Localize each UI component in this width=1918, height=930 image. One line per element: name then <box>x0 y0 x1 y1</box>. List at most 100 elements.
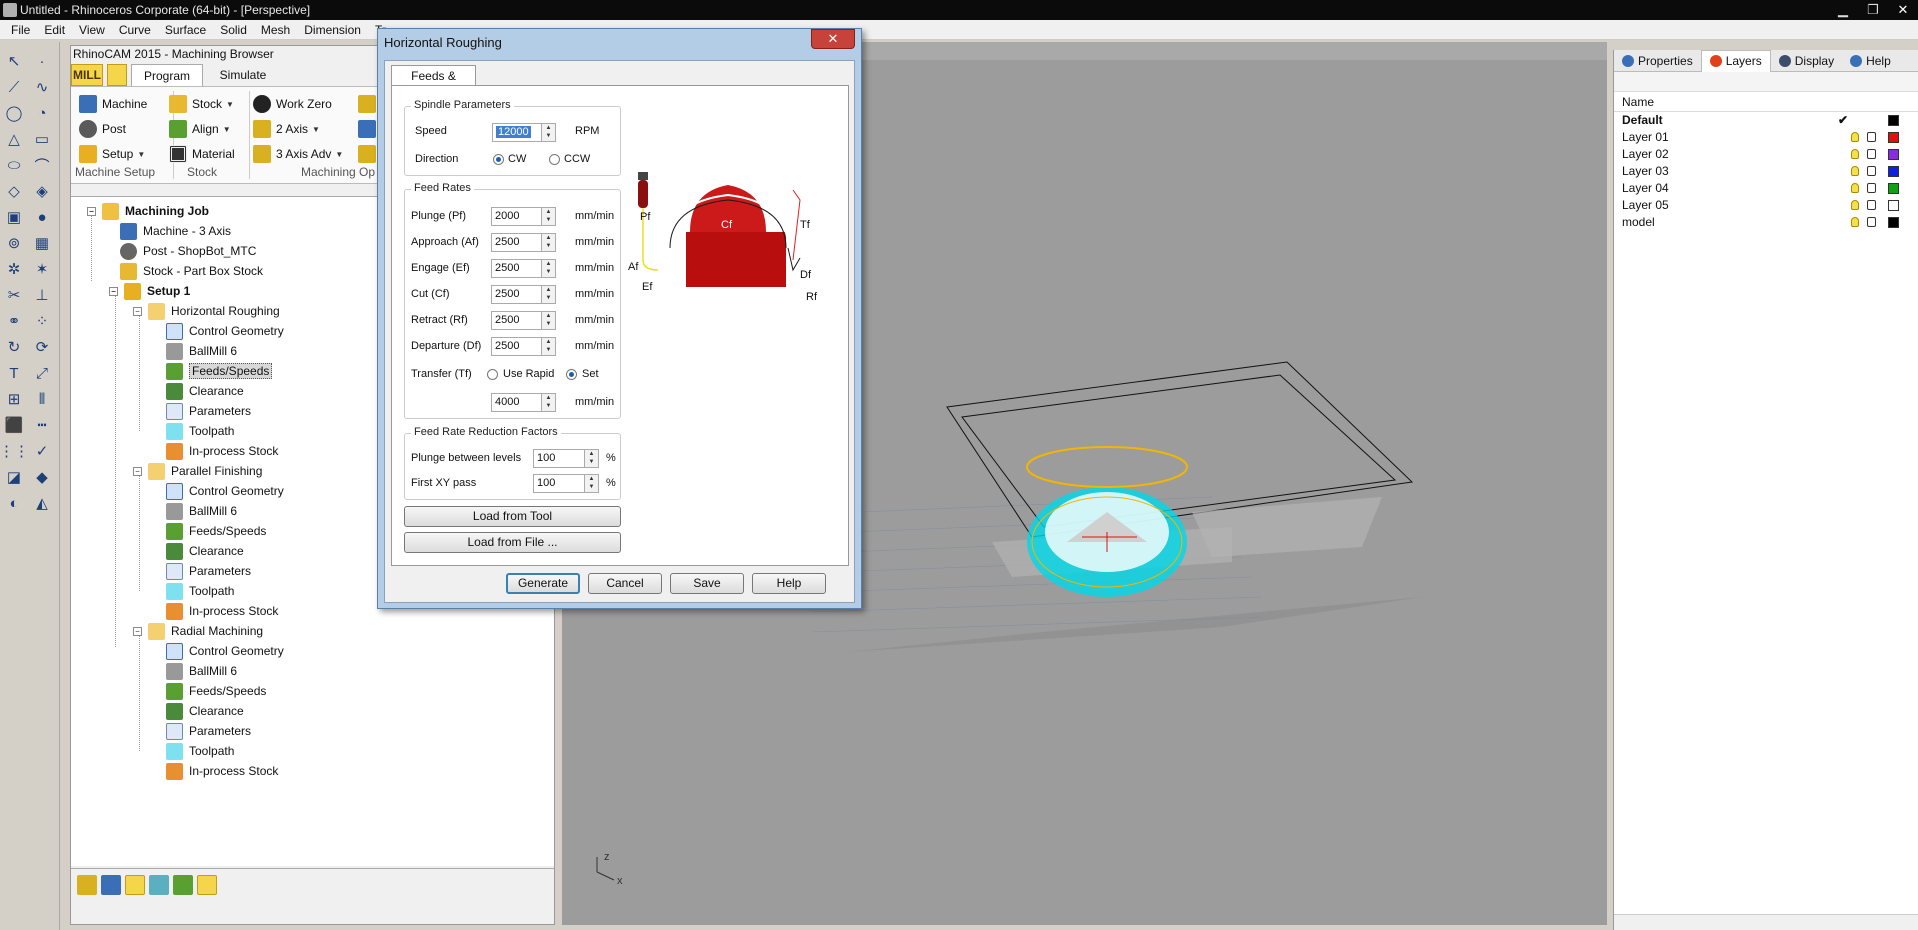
maximize-button[interactable]: ❐ <box>1864 0 1882 20</box>
tab-feeds-speeds[interactable]: Feeds & Speeds <box>391 65 476 103</box>
unlock-icon[interactable] <box>1867 217 1876 227</box>
departure-input[interactable]: 2500 ▲ ▼ <box>491 337 556 356</box>
toolpath-settings-icon[interactable] <box>101 875 121 895</box>
analyze-icon[interactable]: ◪ <box>3 466 25 488</box>
layer-row[interactable]: model <box>1614 214 1918 231</box>
cw-radio[interactable] <box>493 154 504 165</box>
layer-row[interactable]: Layer 04 <box>1614 180 1918 197</box>
surface-icon[interactable]: ◇ <box>3 180 25 202</box>
tree-clearance[interactable]: Clearance <box>166 541 244 561</box>
tree-feeds-speeds[interactable]: Feeds/Speeds <box>166 361 273 381</box>
circle-icon[interactable]: ◯ <box>3 102 25 124</box>
lightbulb-icon[interactable] <box>1851 132 1859 142</box>
tab-layers[interactable]: Layers <box>1700 49 1771 72</box>
snap-icon[interactable]: ◆ <box>31 466 53 488</box>
tab-display[interactable]: Display <box>1771 54 1842 68</box>
menu-view[interactable]: View <box>72 23 112 37</box>
menu-solid[interactable]: Solid <box>213 23 254 37</box>
tree-in-process-stock[interactable]: In-process Stock <box>166 761 278 781</box>
layer-color-swatch[interactable] <box>1888 200 1899 211</box>
rotate-icon[interactable]: ⟳ <box>31 336 53 358</box>
tree-control-geometry[interactable]: Control Geometry <box>166 481 284 501</box>
split-icon[interactable]: ⊥ <box>31 284 53 306</box>
stock-button[interactable]: Stock ▼ <box>169 93 234 115</box>
lightbulb-icon[interactable] <box>1851 200 1859 210</box>
tab-help[interactable]: Help <box>1842 54 1899 68</box>
arc-icon[interactable]: ◔ <box>31 102 53 124</box>
generate-button[interactable]: Generate <box>506 573 580 594</box>
layer-color-swatch[interactable] <box>1888 183 1899 194</box>
post-button[interactable]: Post <box>79 118 126 140</box>
lightbulb-icon[interactable] <box>1851 183 1859 193</box>
stock-view-icon[interactable] <box>173 875 193 895</box>
layer-row[interactable]: Default ✔ <box>1614 112 1918 129</box>
rectangle-icon[interactable]: ▭ <box>31 128 53 150</box>
sweep-icon[interactable]: ◈ <box>31 180 53 202</box>
plunge-between-levels-input[interactable]: 100 ▲ ▼ <box>533 449 599 468</box>
tree-clearance[interactable]: Clearance <box>166 701 244 721</box>
join-icon[interactable]: ⚭ <box>3 310 25 332</box>
tree-feeds-speeds[interactable]: Feeds/Speeds <box>166 681 266 701</box>
transfer-input[interactable]: 4000 ▲ ▼ <box>491 393 556 412</box>
tree-control-geometry[interactable]: Control Geometry <box>166 641 284 661</box>
tree-clearance[interactable]: Clearance <box>166 381 244 401</box>
simulate-icon[interactable] <box>149 875 169 895</box>
unlock-icon[interactable] <box>1867 200 1876 210</box>
tree-tool[interactable]: BallMill 6 <box>166 501 237 521</box>
tab-properties[interactable]: Properties <box>1614 54 1701 68</box>
work-zero-button[interactable]: Work Zero <box>253 93 332 115</box>
cylinder-icon[interactable]: ⊚ <box>3 232 25 254</box>
check-icon[interactable]: ✓ <box>31 440 53 462</box>
save-button[interactable]: Save <box>670 573 744 594</box>
layer-row[interactable]: Layer 05 <box>1614 197 1918 214</box>
layer-row[interactable]: Layer 02 <box>1614 146 1918 163</box>
approach-input[interactable]: 2500 ▲ ▼ <box>491 233 556 252</box>
light-icon[interactable]: ◭ <box>31 492 53 514</box>
ellipse-icon[interactable]: ⬭ <box>3 154 25 176</box>
lightbulb-icon[interactable] <box>1851 217 1859 227</box>
tree-setup[interactable]: − Setup 1 <box>109 281 190 301</box>
layer-color-swatch[interactable] <box>1888 149 1899 160</box>
minimize-button[interactable]: ▁ <box>1834 0 1852 20</box>
retract-input[interactable]: 2500 ▲ ▼ <box>491 311 556 330</box>
explode-icon[interactable]: ✶ <box>31 258 53 280</box>
menu-file[interactable]: File <box>4 23 37 37</box>
grid-icon[interactable]: ⋮⋮ <box>0 440 29 462</box>
mill-module-button[interactable]: MILL <box>71 64 103 86</box>
array-icon[interactable]: ⊞ <box>3 388 25 410</box>
tree-machining-job[interactable]: − Machining Job <box>87 201 209 221</box>
load-from-file-button[interactable]: Load from File ... <box>404 532 621 553</box>
menu-surface[interactable]: Surface <box>158 23 213 37</box>
machine-button[interactable]: Machine <box>79 93 147 115</box>
point-icon[interactable]: · <box>31 50 53 72</box>
plunge-input[interactable]: 2000 ▲ ▼ <box>491 207 556 226</box>
fillet-icon[interactable]: ⌒ <box>31 154 53 176</box>
tree-op-horizontal-roughing[interactable]: − Horizontal Roughing <box>133 301 280 321</box>
generate-all-icon[interactable] <box>77 875 97 895</box>
load-from-tool-button[interactable]: Load from Tool <box>404 506 621 527</box>
tree-stock[interactable]: Stock - Part Box Stock <box>120 261 263 281</box>
lightbulb-icon[interactable] <box>1851 166 1859 176</box>
polyline-icon[interactable]: ⟋ <box>3 76 25 98</box>
unlock-icon[interactable] <box>1867 132 1876 142</box>
unlock-icon[interactable] <box>1867 183 1876 193</box>
lightbulb-icon[interactable] <box>1851 149 1859 159</box>
dialog-close-button[interactable]: ✕ <box>811 29 855 49</box>
options-icon[interactable] <box>197 875 217 895</box>
group-icon[interactable]: ⁘ <box>31 310 53 332</box>
layer-row[interactable]: Layer 01 <box>1614 129 1918 146</box>
move-icon[interactable]: ↻ <box>3 336 25 358</box>
layer-color-swatch[interactable] <box>1888 115 1899 126</box>
unlock-icon[interactable] <box>1867 166 1876 176</box>
unlock-icon[interactable] <box>1867 149 1876 159</box>
menu-mesh[interactable]: Mesh <box>254 23 297 37</box>
first-xy-pass-input[interactable]: 100 ▲ ▼ <box>533 474 599 493</box>
tree-tool[interactable]: BallMill 6 <box>166 341 237 361</box>
tree-in-process-stock[interactable]: In-process Stock <box>166 601 278 621</box>
polygon-icon[interactable]: △ <box>3 128 25 150</box>
curve-icon[interactable]: ∿ <box>31 76 53 98</box>
dimension-icon[interactable]: ┅ <box>31 414 53 436</box>
scale-icon[interactable]: ⤢ <box>31 362 53 384</box>
tree-parameters[interactable]: Parameters <box>166 721 251 741</box>
layer-color-swatch[interactable] <box>1888 166 1899 177</box>
